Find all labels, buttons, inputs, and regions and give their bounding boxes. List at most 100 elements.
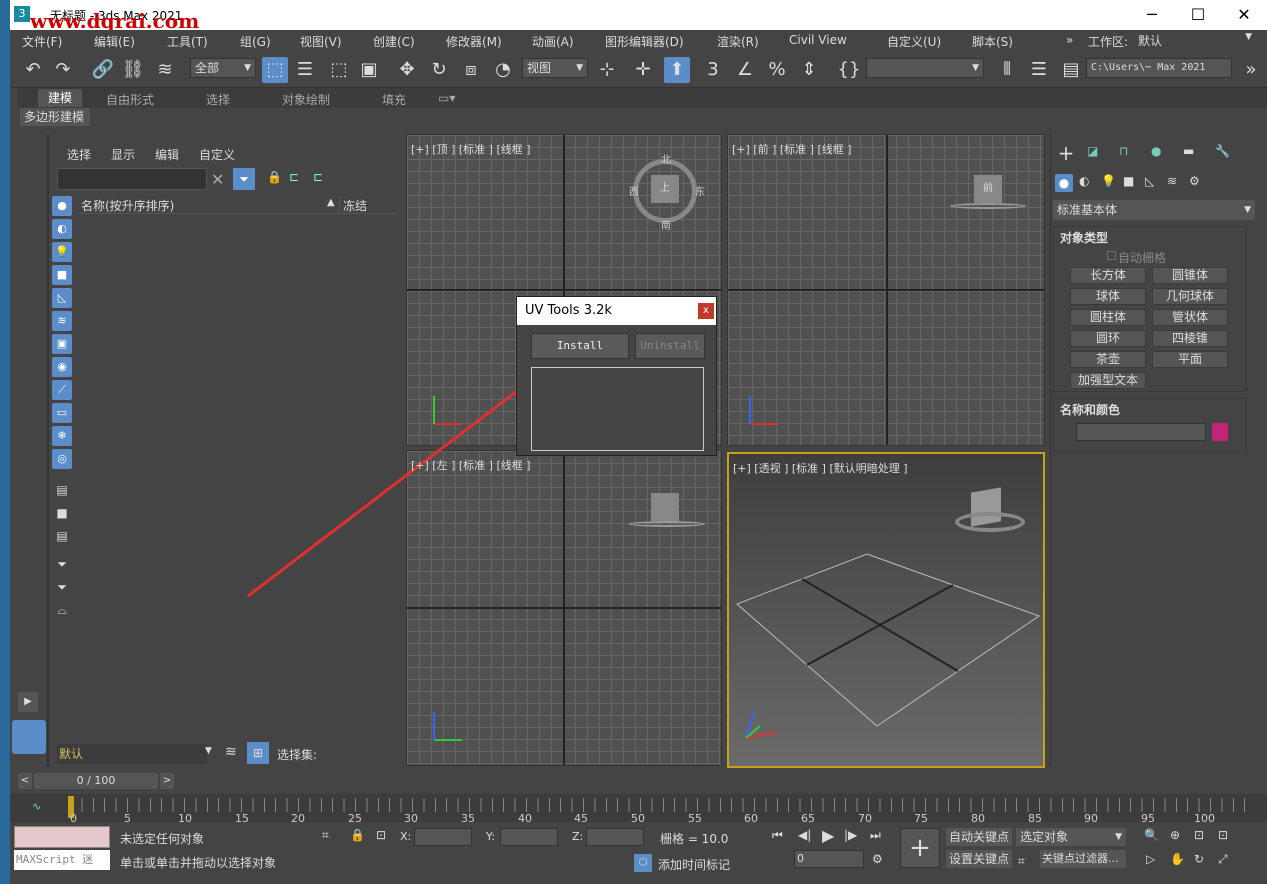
group-filter-icon[interactable]: ▣ [52,334,72,354]
teapot-button[interactable]: 茶壶 [1070,351,1146,368]
filter-settings-icon[interactable]: ⏷ [52,554,72,574]
filter-icon[interactable]: ⏷ [233,168,255,190]
selection-filter-dropdown[interactable]: 全部 ▼ [190,58,256,78]
torus-button[interactable]: 圆环 [1070,330,1146,347]
toolbar-overflow-icon[interactable]: » [1238,57,1264,83]
hierarchy-expand-icon[interactable]: ⊏ [313,170,323,184]
scene-menu-select[interactable]: 选择 [67,146,91,163]
xref-filter-icon[interactable]: ◉ [52,357,72,377]
pyramid-button[interactable]: 四棱锥 [1152,330,1228,347]
scene-search-input[interactable] [57,168,207,190]
menu-tools[interactable]: 工具(T) [167,33,208,50]
percent-snap-icon[interactable]: % [764,57,790,83]
cone-button[interactable]: 圆锥体 [1152,267,1228,284]
undo-icon[interactable]: ↶ [20,57,46,83]
viewport-left-label[interactable]: [+] [左 ] [标准 ] [线框 ] [411,457,531,473]
menu-edit[interactable]: 编辑(E) [94,33,135,50]
bone-filter-icon[interactable]: ⟋ [52,380,72,400]
select-object-icon[interactable]: ⬚ [262,57,288,83]
rotate-icon[interactable]: ↻ [426,57,452,83]
viewport-front-label[interactable]: [+] [前 ] [标准 ] [线框 ] [732,141,852,157]
viewcube[interactable]: 上 [651,175,679,203]
minimize-button[interactable]: ─ [1129,0,1175,30]
spinner-snap-icon[interactable]: ⇕ [796,57,822,83]
zoom-extents-all-icon[interactable]: ⊡ [1218,828,1228,842]
tab-freeform[interactable]: 自由形式 [106,91,154,108]
align-icon[interactable]: ☰ [1026,57,1052,83]
category-dropdown[interactable]: 标准基本体 ▼ [1053,200,1255,220]
next-frame-icon[interactable]: > [160,773,174,789]
named-selection-icon[interactable]: {} [836,57,862,83]
maximize-button[interactable]: ☐ [1175,0,1221,30]
set-key-big-button[interactable]: + [900,828,940,868]
layers-icon[interactable]: ≋ [225,744,237,760]
pivot-center-icon[interactable]: ⊹ [594,57,620,83]
play-animation-icon[interactable]: ▶ [822,826,834,845]
add-time-tag-label[interactable]: 添加时间标记 [658,856,730,873]
window-crossing-icon[interactable]: ▣ [356,57,382,83]
redo-icon[interactable]: ↷ [50,57,76,83]
rect-selection-icon[interactable]: ⬚ [326,57,352,83]
hierarchy-toggle-icon[interactable]: ⊞ [247,742,269,764]
menu-modifiers[interactable]: 修改器(M) [446,33,502,50]
placement-icon[interactable]: ◔ [490,57,516,83]
orbit-icon[interactable]: ↻ [1194,852,1204,866]
clear-icon[interactable]: ✕ [211,170,224,189]
viewport-layout-icon[interactable] [12,720,46,754]
layer-icon[interactable]: ▤ [1058,57,1084,83]
select-by-name-icon[interactable]: ☰ [292,57,318,83]
goto-start-icon[interactable]: ⏮ [772,828,783,843]
camera-filter-icon[interactable]: ■ [52,265,72,285]
menu-create[interactable]: 创建(C) [373,33,415,50]
maxscript-listener[interactable] [14,826,110,848]
transform-mode-icon[interactable]: ⊡ [376,828,386,842]
pan-icon[interactable]: ✋ [1170,852,1185,866]
display-all-icon[interactable]: ▤ [52,480,72,500]
select-manipulate-icon[interactable]: ✛ [630,57,656,83]
display-none-icon[interactable]: ■ [52,503,72,523]
prev-frame-icon[interactable]: < [18,773,32,789]
viewcube[interactable]: 前 [974,175,1002,203]
next-key-icon[interactable]: |▶ [844,828,857,842]
create-tab-icon[interactable]: + [1055,142,1077,164]
zoom-extents-icon[interactable]: ⊡ [1194,828,1204,842]
menu-rendering[interactable]: 渲染(R) [717,33,759,50]
rollout-name-color[interactable]: 名称和颜色 [1060,401,1120,418]
dialog-close-icon[interactable]: x [698,303,714,319]
autogrid-checkbox[interactable]: ☐ [1106,249,1117,263]
lights-icon[interactable]: 💡 [1101,174,1116,188]
helpers-icon[interactable]: ◺ [1145,174,1154,188]
zoom-icon[interactable]: 🔍 [1144,828,1159,842]
geometry-filter-icon[interactable]: ● [52,196,72,216]
menu-graph-editors[interactable]: 图形编辑器(D) [605,33,684,50]
ribbon-options-icon[interactable]: ▭▾ [438,91,455,105]
keyboard-shortcut-toggle-icon[interactable]: ⬆ [664,57,690,83]
tab-modeling[interactable]: 建模 [38,89,83,107]
container-filter-icon[interactable]: ▭ [52,403,72,423]
auto-key-button[interactable]: 自动关键点 [946,828,1012,846]
shapes-icon[interactable]: ◐ [1079,174,1089,188]
column-name[interactable]: 名称(按升序排序) [81,197,174,214]
zoom-all-icon[interactable]: ⊕ [1170,828,1180,842]
time-config-icon[interactable]: ⚙ [872,852,883,866]
key-mode-dropdown[interactable]: 选定对象 ▼ [1016,828,1126,846]
ref-coord-dropdown[interactable]: 视图 ▼ [522,58,588,78]
unlink-icon[interactable]: ⛓ [120,57,146,83]
add-time-tag-icon[interactable]: ⬡ [634,854,652,872]
systems-icon[interactable]: ⚙ [1189,174,1200,188]
menu-group[interactable]: 组(G) [240,33,271,50]
object-color-swatch[interactable] [1212,423,1228,441]
prev-key-icon[interactable]: ◀| [798,828,811,842]
viewport-top-label[interactable]: [+] [顶 ] [标准 ] [线框 ] [411,141,531,157]
scale-icon[interactable]: ⧈ [458,57,484,83]
key-filters-icon[interactable]: ⌗ [1018,854,1025,869]
column-freeze[interactable]: 冻结 [343,197,367,214]
goto-end-icon[interactable]: ⏭ [870,828,881,843]
workspace-dropdown[interactable]: 默认 ▼ [1136,32,1254,50]
time-slider[interactable]: 0 / 100 [34,773,158,789]
menu-overflow-icon[interactable]: » [1066,33,1073,47]
viewport-persp-label[interactable]: [+] [透视 ] [标准 ] [默认明暗处理 ] [733,460,908,476]
display-tab-icon[interactable]: ▬ [1183,144,1194,158]
scene-menu-customize[interactable]: 自定义 [199,146,235,163]
sphere-button[interactable]: 球体 [1070,288,1146,305]
